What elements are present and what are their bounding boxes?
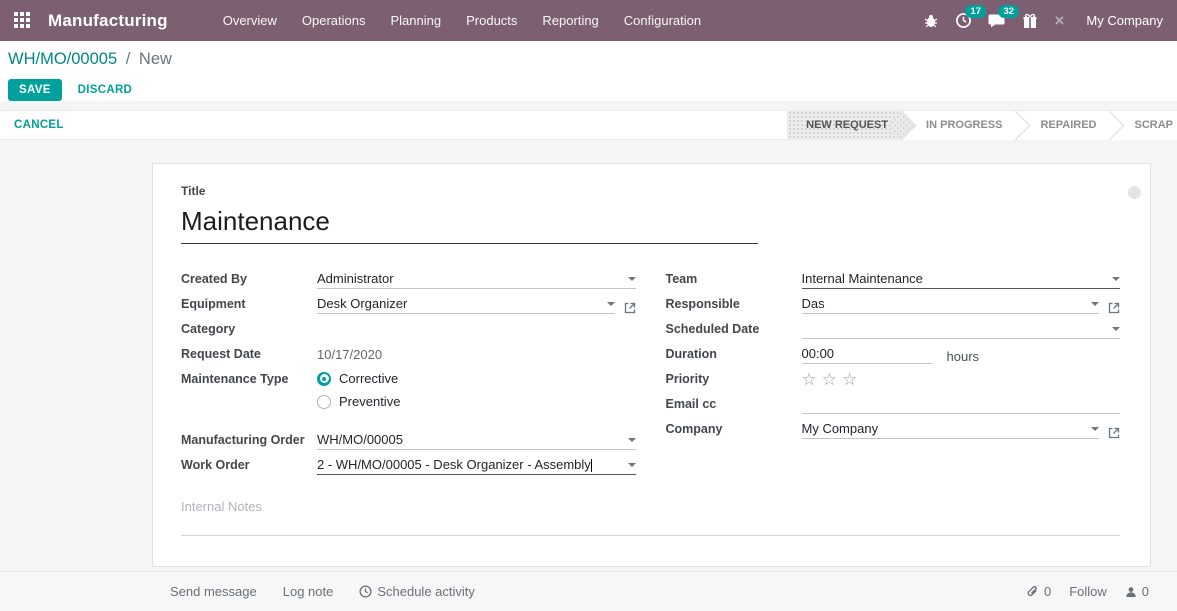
control-panel: WH/MO/00005 / New SAVE DISCARD (0, 41, 1177, 101)
scheduled-date-field[interactable] (802, 320, 1121, 339)
app-name[interactable]: Manufacturing (48, 11, 168, 31)
chevron-down-icon[interactable] (607, 302, 615, 306)
statusbar: CANCEL NEW REQUEST IN PROGRESS REPAIRED … (0, 110, 1177, 140)
apps-menu-icon[interactable] (14, 12, 31, 29)
created-by-label: Created By (181, 270, 317, 289)
breadcrumb: WH/MO/00005 / New (8, 50, 1169, 69)
log-note-button[interactable]: Log note (283, 584, 334, 599)
work-order-field[interactable]: 2 - WH/MO/00005 - Desk Organizer - Assem… (317, 456, 636, 475)
title-input[interactable]: Maintenance (181, 202, 758, 244)
menu-planning[interactable]: Planning (391, 13, 442, 28)
stage-pipeline: NEW REQUEST IN PROGRESS REPAIRED SCRAP (787, 111, 1177, 140)
created-by-field[interactable]: Administrator (317, 270, 636, 289)
equipment-label: Equipment (181, 295, 317, 314)
duration-label: Duration (666, 345, 802, 364)
manufacturing-order-label: Manufacturing Order (181, 431, 317, 450)
x-icon[interactable]: × (1054, 11, 1064, 31)
maintenance-type-label: Maintenance Type (181, 370, 317, 409)
main-content: Title Maintenance Created By Administrat… (0, 148, 1177, 596)
priority-label: Priority (666, 370, 802, 389)
activities-icon[interactable]: 17 (955, 12, 972, 29)
internal-notes-field[interactable]: Internal Notes (181, 499, 1120, 536)
paperclip-icon (1026, 585, 1039, 598)
save-button[interactable]: SAVE (8, 79, 62, 101)
menu-configuration[interactable]: Configuration (624, 13, 701, 28)
category-value (317, 320, 636, 339)
menu-operations[interactable]: Operations (302, 13, 366, 28)
company-switcher[interactable]: My Company (1086, 13, 1163, 28)
radio-corrective[interactable]: Corrective (317, 371, 636, 386)
request-date-value: 10/17/2020 (317, 345, 636, 364)
internal-notes-placeholder: Internal Notes (181, 499, 262, 514)
chevron-down-icon[interactable] (1112, 277, 1120, 281)
main-menu: Overview Operations Planning Products Re… (223, 13, 701, 28)
category-label: Category (181, 320, 317, 339)
stage-in-progress[interactable]: IN PROGRESS (902, 111, 1016, 140)
responsible-label: Responsible (666, 295, 802, 314)
stage-new-request[interactable]: NEW REQUEST (787, 111, 902, 140)
radio-unchecked-icon[interactable] (317, 395, 331, 409)
chevron-down-icon[interactable] (1091, 302, 1099, 306)
company-field[interactable]: My Company (802, 420, 1100, 439)
menu-overview[interactable]: Overview (223, 13, 277, 28)
chevron-down-icon[interactable] (628, 277, 636, 281)
team-label: Team (666, 270, 802, 289)
email-cc-label: Email cc (666, 395, 802, 414)
chevron-down-icon[interactable] (1112, 327, 1120, 331)
duration-unit: hours (947, 349, 980, 364)
form-sheet: Title Maintenance Created By Administrat… (152, 163, 1151, 567)
breadcrumb-separator: / (126, 50, 131, 68)
clock-icon (359, 585, 372, 598)
menu-products[interactable]: Products (466, 13, 517, 28)
radio-preventive[interactable]: Preventive (317, 394, 636, 409)
right-field-group: Team Internal Maintenance Responsible Da… (666, 270, 1121, 475)
chevron-down-icon[interactable] (628, 463, 636, 467)
bug-icon[interactable] (923, 13, 939, 29)
gift-icon[interactable] (1022, 13, 1038, 29)
followers-button[interactable]: 0 (1125, 584, 1149, 599)
left-field-group: Created By Administrator Equipment Desk … (181, 270, 636, 475)
attachments-button[interactable]: 0 (1026, 584, 1051, 599)
external-link-icon[interactable] (1108, 427, 1120, 439)
chatter-bar: Send message Log note Schedule activity … (0, 571, 1177, 611)
chevron-down-icon[interactable] (628, 438, 636, 442)
duration-field[interactable]: 00:00 (802, 345, 932, 364)
activities-badge: 17 (965, 5, 986, 18)
responsible-field[interactable]: Das (802, 295, 1100, 314)
star-outline-icon[interactable]: ☆ (822, 370, 842, 389)
messages-icon[interactable]: 32 (988, 12, 1006, 29)
star-outline-icon[interactable]: ☆ (842, 370, 862, 389)
star-outline-icon[interactable]: ☆ (802, 370, 822, 389)
request-date-label: Request Date (181, 345, 317, 364)
menu-reporting[interactable]: Reporting (542, 13, 598, 28)
kanban-state-dot[interactable] (1128, 186, 1141, 199)
title-label: Title (181, 184, 1120, 198)
work-order-label: Work Order (181, 456, 317, 475)
top-navbar: Manufacturing Overview Operations Planni… (0, 0, 1177, 41)
manufacturing-order-field[interactable]: WH/MO/00005 (317, 431, 636, 450)
company-label: Company (666, 420, 802, 439)
cancel-button[interactable]: CANCEL (14, 119, 64, 131)
text-cursor (591, 459, 592, 472)
maintenance-type-radio-group: Corrective Preventive (317, 370, 636, 409)
schedule-activity-button[interactable]: Schedule activity (359, 584, 475, 599)
follow-button[interactable]: Follow (1069, 584, 1107, 599)
external-link-icon[interactable] (624, 302, 636, 314)
external-link-icon[interactable] (1108, 302, 1120, 314)
discard-button[interactable]: DISCARD (78, 84, 133, 96)
team-field[interactable]: Internal Maintenance (802, 270, 1121, 289)
breadcrumb-parent[interactable]: WH/MO/00005 (8, 50, 117, 68)
breadcrumb-current: New (139, 50, 172, 68)
send-message-button[interactable]: Send message (170, 584, 257, 599)
chevron-down-icon[interactable] (1091, 427, 1099, 431)
scheduled-date-label: Scheduled Date (666, 320, 802, 339)
equipment-field[interactable]: Desk Organizer (317, 295, 615, 314)
email-cc-field[interactable] (802, 395, 1121, 414)
radio-checked-icon[interactable] (317, 372, 331, 386)
messages-badge: 32 (998, 5, 1019, 18)
priority-stars[interactable]: ☆☆☆ (802, 370, 1121, 389)
